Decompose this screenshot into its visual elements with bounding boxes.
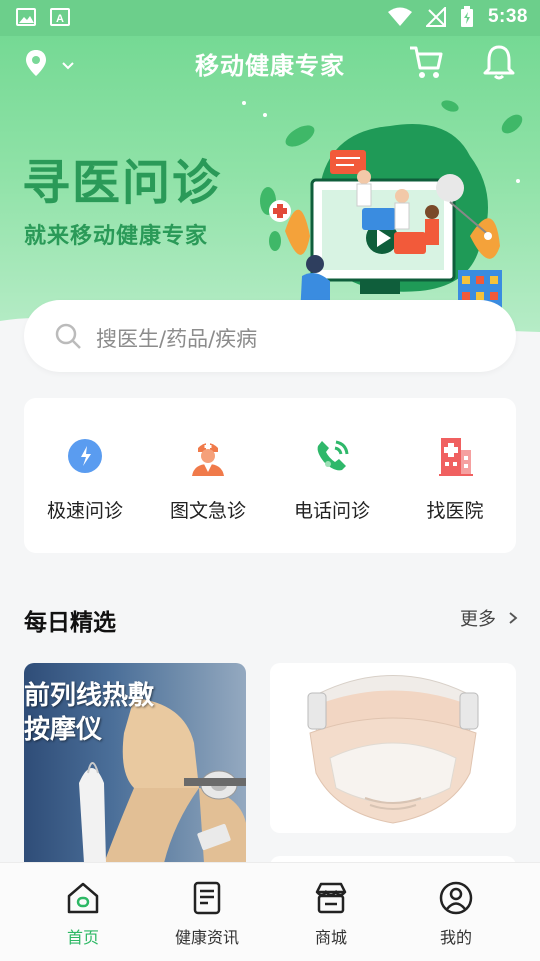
battery-icon — [460, 6, 473, 27]
app-title: 移动健康专家 — [195, 52, 345, 80]
image-notification-icon — [16, 8, 36, 26]
neck-brace-product-image — [307, 675, 479, 824]
product-card-neck-brace[interactable] — [270, 663, 516, 833]
svg-text:A: A — [56, 13, 64, 25]
service-label: 图文急诊 — [169, 500, 246, 522]
service-phone-consult[interactable]: 电话问诊 — [270, 434, 394, 523]
tab-health-news[interactable]: 健康资讯 — [157, 880, 257, 948]
product-caption: 前列线热敷 按摩仪 — [24, 679, 154, 747]
status-time: 5:38 — [487, 6, 528, 27]
service-find-hospital[interactable]: 找医院 — [393, 434, 517, 523]
banner-subtitle: 就来移动健康专家 — [24, 224, 209, 249]
service-label: 电话问诊 — [293, 500, 370, 522]
tab-label: 我的 — [439, 928, 472, 947]
more-label: 更多 — [460, 609, 496, 630]
hospital-icon — [439, 438, 473, 476]
search-placeholder: 搜医生/药品/疾病 — [96, 327, 258, 351]
user-icon — [439, 881, 473, 915]
nurse-icon — [192, 443, 224, 476]
home-icon — [67, 882, 99, 914]
tab-profile[interactable]: 我的 — [406, 880, 506, 948]
cart-icon[interactable] — [408, 44, 444, 80]
service-fast-consult[interactable]: 极速问诊 — [23, 434, 147, 523]
chevron-right-icon — [509, 612, 518, 624]
service-label: 极速问诊 — [46, 500, 123, 522]
product-caption-line2: 按摩仪 — [24, 715, 103, 745]
document-icon — [193, 881, 221, 915]
banner-title: 寻医问诊 — [22, 155, 223, 211]
no-signal-icon — [425, 7, 446, 27]
phone-call-icon — [317, 440, 349, 471]
tab-home[interactable]: 首页 — [33, 880, 133, 948]
service-text-emergency[interactable]: 图文急诊 — [146, 434, 270, 523]
more-link[interactable]: 更多 — [460, 605, 518, 631]
status-bar: A 5:38 — [0, 0, 540, 36]
section-title: 每日精选 — [24, 610, 116, 636]
search-icon — [55, 323, 81, 349]
tab-mall[interactable]: 商城 — [281, 880, 381, 948]
text-notification-icon: A — [50, 8, 70, 26]
product-caption-line1: 前列线热敷 — [24, 681, 155, 711]
speech-bubble-icon — [68, 439, 102, 473]
tab-label: 首页 — [66, 928, 99, 947]
bell-icon[interactable] — [482, 44, 516, 80]
service-label: 找医院 — [426, 500, 484, 522]
wifi-icon — [387, 7, 412, 26]
tab-label: 健康资讯 — [174, 928, 239, 947]
tab-label: 商城 — [314, 928, 347, 947]
store-icon — [315, 882, 347, 914]
